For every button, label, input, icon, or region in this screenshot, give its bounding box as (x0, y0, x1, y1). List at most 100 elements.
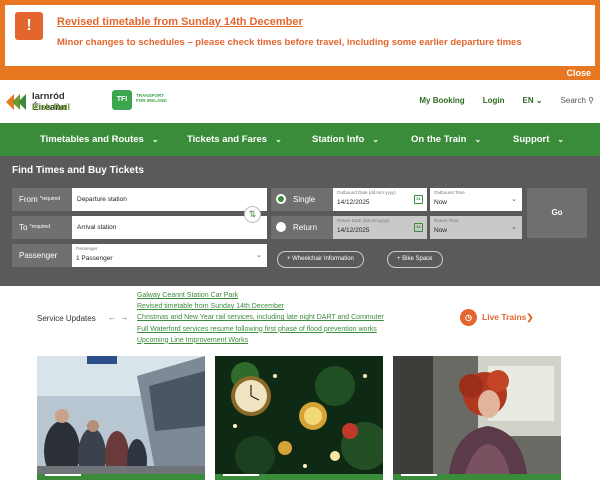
promo-card-platform[interactable] (37, 356, 205, 480)
arrow-right-icon[interactable]: → (120, 313, 128, 322)
single-radio[interactable]: Single (271, 188, 336, 211)
service-update-link[interactable]: Revised timetable from Sunday 14th Decem… (137, 301, 384, 312)
service-update-link[interactable]: Full Waterford services resume following… (137, 324, 384, 335)
alert-banner: ! Revised timetable from Sunday 14th Dec… (0, 0, 600, 80)
tfi-logo[interactable]: TFI TRANSPORT FOR IRELAND (112, 90, 172, 114)
tfi-badge: TFI (112, 90, 132, 110)
to-label-text: To (19, 223, 28, 232)
alert-title-link[interactable]: Revised timetable from Sunday 14th Decem… (57, 16, 303, 28)
tfi-text: TRANSPORT FOR IRELAND (136, 93, 167, 103)
chevron-down-icon: ⌄ (256, 252, 262, 259)
header-links: My Booking Login EN ⌄ Search ⚲ (419, 96, 594, 105)
return-time-label: Return Time (434, 218, 459, 223)
card-accent-bar (37, 474, 205, 480)
service-update-link[interactable]: Christmas and New Year rail services, in… (137, 312, 384, 323)
outbound-time-value: Now (434, 199, 448, 206)
arrow-left-icon[interactable]: ← (108, 313, 116, 322)
promo-card-passenger[interactable] (393, 356, 561, 480)
promo-card-christmas[interactable] (215, 356, 383, 480)
panel-title: Find Times and Buy Tickets (12, 165, 144, 176)
logo-text-english: Irish Rail (32, 102, 71, 112)
platform-photo (37, 356, 205, 480)
chevron-down-icon: ⌄ (557, 135, 565, 144)
nav-on-the-train[interactable]: On the Train ⌄ (411, 123, 481, 156)
radio-selected-icon (276, 194, 286, 204)
service-updates-label: Service Updates (37, 314, 96, 323)
to-label: To *required (12, 216, 72, 239)
return-date-label: Return Date (dd.mm.yyyy) (337, 218, 390, 223)
outbound-time-select[interactable]: Outbound Time Now ⌄ (430, 188, 522, 211)
alert-close-button[interactable]: Close (562, 67, 595, 79)
required-text: *required (29, 224, 50, 230)
nav-station-info[interactable]: Station Info ⌄ (312, 123, 379, 156)
calendar-icon[interactable]: 31 (414, 223, 423, 232)
irish-rail-logo-icon (6, 94, 26, 110)
go-button[interactable]: Go (527, 188, 587, 238)
site-header: Iarnród Éireann Irish Rail TFI TRANSPORT… (0, 80, 600, 123)
nav-label: On the Train (411, 134, 467, 145)
from-label-text: From (19, 195, 38, 204)
return-time-select[interactable]: Return Time Now ⌄ (430, 216, 522, 239)
alert-text: Minor changes to schedules – please chec… (57, 37, 522, 48)
live-trains-link[interactable]: ◷ Live Trains❯ (460, 309, 534, 326)
bike-space-button[interactable]: + Bike Space (387, 251, 443, 268)
nav-label: Timetables and Routes (40, 134, 144, 145)
clock-icon: ◷ (460, 309, 477, 326)
passenger-photo (393, 356, 561, 480)
nav-timetables[interactable]: Timetables and Routes ⌄ (40, 123, 159, 156)
return-time-value: Now (434, 227, 448, 234)
main-nav: Timetables and Routes ⌄ Tickets and Fares… (0, 123, 600, 156)
alert-box: ! Revised timetable from Sunday 14th Dec… (5, 5, 595, 66)
service-arrows: ← → (108, 313, 128, 322)
chevron-down-icon: ⌄ (535, 96, 543, 105)
outbound-date-value: 14/12/2025 (337, 199, 370, 206)
return-label: Return (293, 223, 318, 232)
to-station-input[interactable]: Arrival station (72, 216, 267, 239)
nav-label: Tickets and Fares (187, 134, 268, 145)
radio-unselected-icon (276, 222, 286, 232)
chevron-right-icon: ❯ (526, 311, 534, 322)
required-text: *required (39, 196, 61, 202)
service-update-link[interactable]: Upcoming Line Improvement Works (137, 335, 384, 346)
service-update-link[interactable]: Galway Ceannt Station Car Park (137, 290, 384, 301)
passenger-select[interactable]: Passenger 1 Passenger ⌄ (72, 244, 267, 267)
card-accent-bar (393, 474, 561, 480)
service-update-list: Galway Ceannt Station Car Park Revised t… (137, 290, 384, 346)
language-selector[interactable]: EN ⌄ (522, 96, 542, 105)
nav-support[interactable]: Support ⌄ (513, 123, 564, 156)
passenger-value: 1 Passenger (76, 255, 113, 262)
chevron-down-icon: ⌄ (511, 196, 517, 203)
search-icon: ⚲ (588, 96, 594, 105)
chevron-down-icon: ⌄ (151, 135, 159, 144)
return-date-input[interactable]: Return Date (dd.mm.yyyy) 14/12/2025 31 (333, 216, 427, 239)
single-label: Single (293, 195, 316, 204)
service-updates: Service Updates ← → Galway Ceannt Statio… (0, 290, 600, 345)
outbound-date-label: Outbound Date (dd.mm.yyyy) (337, 190, 396, 195)
nav-label: Support (513, 134, 550, 145)
from-station-input[interactable]: Departure station (72, 188, 267, 211)
outbound-time-label: Outbound Time (434, 190, 465, 195)
irish-rail-logo[interactable]: Iarnród Éireann Irish Rail (6, 90, 100, 114)
calendar-icon[interactable]: 31 (414, 195, 423, 204)
chevron-down-icon: ⌄ (474, 135, 482, 144)
christmas-photo (215, 356, 383, 480)
chevron-down-icon: ⌄ (275, 135, 282, 144)
outbound-date-input[interactable]: Outbound Date (dd.mm.yyyy) 14/12/2025 31 (333, 188, 427, 211)
return-date-value: 14/12/2025 (337, 227, 370, 234)
chevron-down-icon: ⌄ (511, 224, 517, 231)
login-link[interactable]: Login (483, 96, 505, 105)
my-booking-link[interactable]: My Booking (419, 96, 464, 105)
search-button[interactable]: Search ⚲ (561, 96, 594, 105)
passenger-label: Passenger (12, 244, 72, 267)
search-label: Search (560, 96, 586, 105)
swap-stations-icon[interactable]: ⇅ (244, 206, 261, 223)
wheelchair-info-button[interactable]: + Wheelchair Information (277, 251, 364, 268)
language-label: EN (522, 96, 534, 105)
passenger-small-label: Passenger (76, 246, 98, 251)
nav-label: Station Info (312, 134, 365, 145)
from-label: From *required (12, 188, 72, 211)
return-radio[interactable]: Return (271, 216, 336, 239)
live-trains-label: Live Trains (482, 311, 527, 322)
chevron-down-icon: ⌄ (372, 135, 379, 144)
nav-tickets[interactable]: Tickets and Fares ⌄ (187, 123, 282, 156)
